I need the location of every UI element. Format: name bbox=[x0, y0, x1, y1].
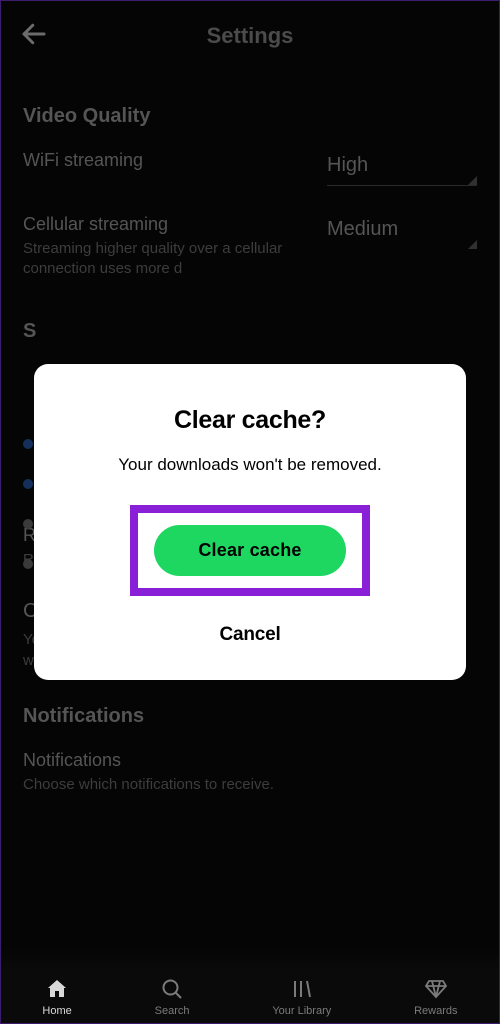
clear-cache-button[interactable]: Clear cache bbox=[154, 525, 345, 576]
clear-cache-modal: Clear cache? Your downloads won't be rem… bbox=[34, 364, 466, 680]
modal-title: Clear cache? bbox=[174, 406, 326, 435]
modal-body: Your downloads won't be removed. bbox=[118, 455, 381, 475]
annotation-highlight: Clear cache bbox=[130, 505, 369, 596]
modal-overlay: Clear cache? Your downloads won't be rem… bbox=[1, 1, 499, 1023]
cancel-button[interactable]: Cancel bbox=[219, 624, 280, 646]
